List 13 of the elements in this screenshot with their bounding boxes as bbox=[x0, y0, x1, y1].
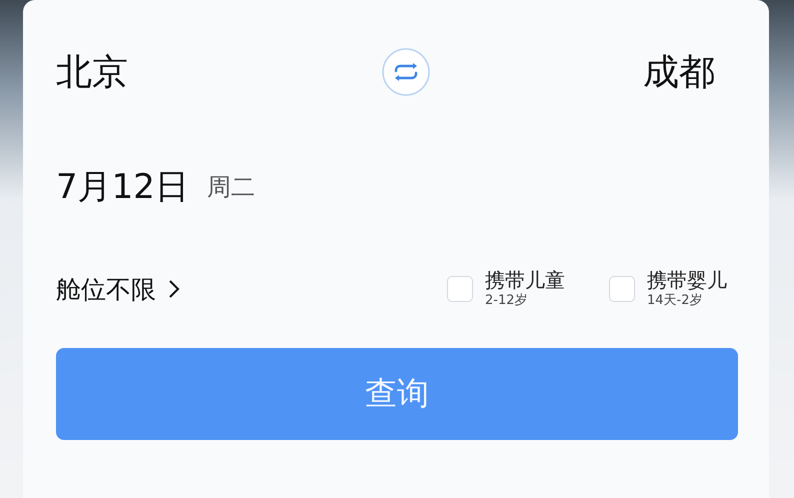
chevron-right-icon bbox=[168, 279, 180, 299]
checkbox[interactable] bbox=[447, 276, 473, 302]
departure-city[interactable]: 北京 bbox=[56, 48, 128, 96]
age-range-note: 2-12岁 bbox=[485, 292, 529, 310]
departure-date[interactable]: 7月12日 bbox=[56, 164, 189, 210]
option-label: 携带儿童 bbox=[485, 268, 565, 292]
arrival-city[interactable]: 成都 bbox=[643, 48, 715, 96]
swap-icon[interactable] bbox=[382, 48, 430, 96]
age-range-note: 14天-2岁 bbox=[647, 292, 704, 310]
weekday-label: 周二 bbox=[206, 172, 255, 203]
option-label: 携带婴儿 bbox=[647, 268, 727, 292]
cabin-class-selector[interactable]: 舱位不限 bbox=[56, 272, 156, 306]
checkbox[interactable] bbox=[609, 276, 635, 302]
